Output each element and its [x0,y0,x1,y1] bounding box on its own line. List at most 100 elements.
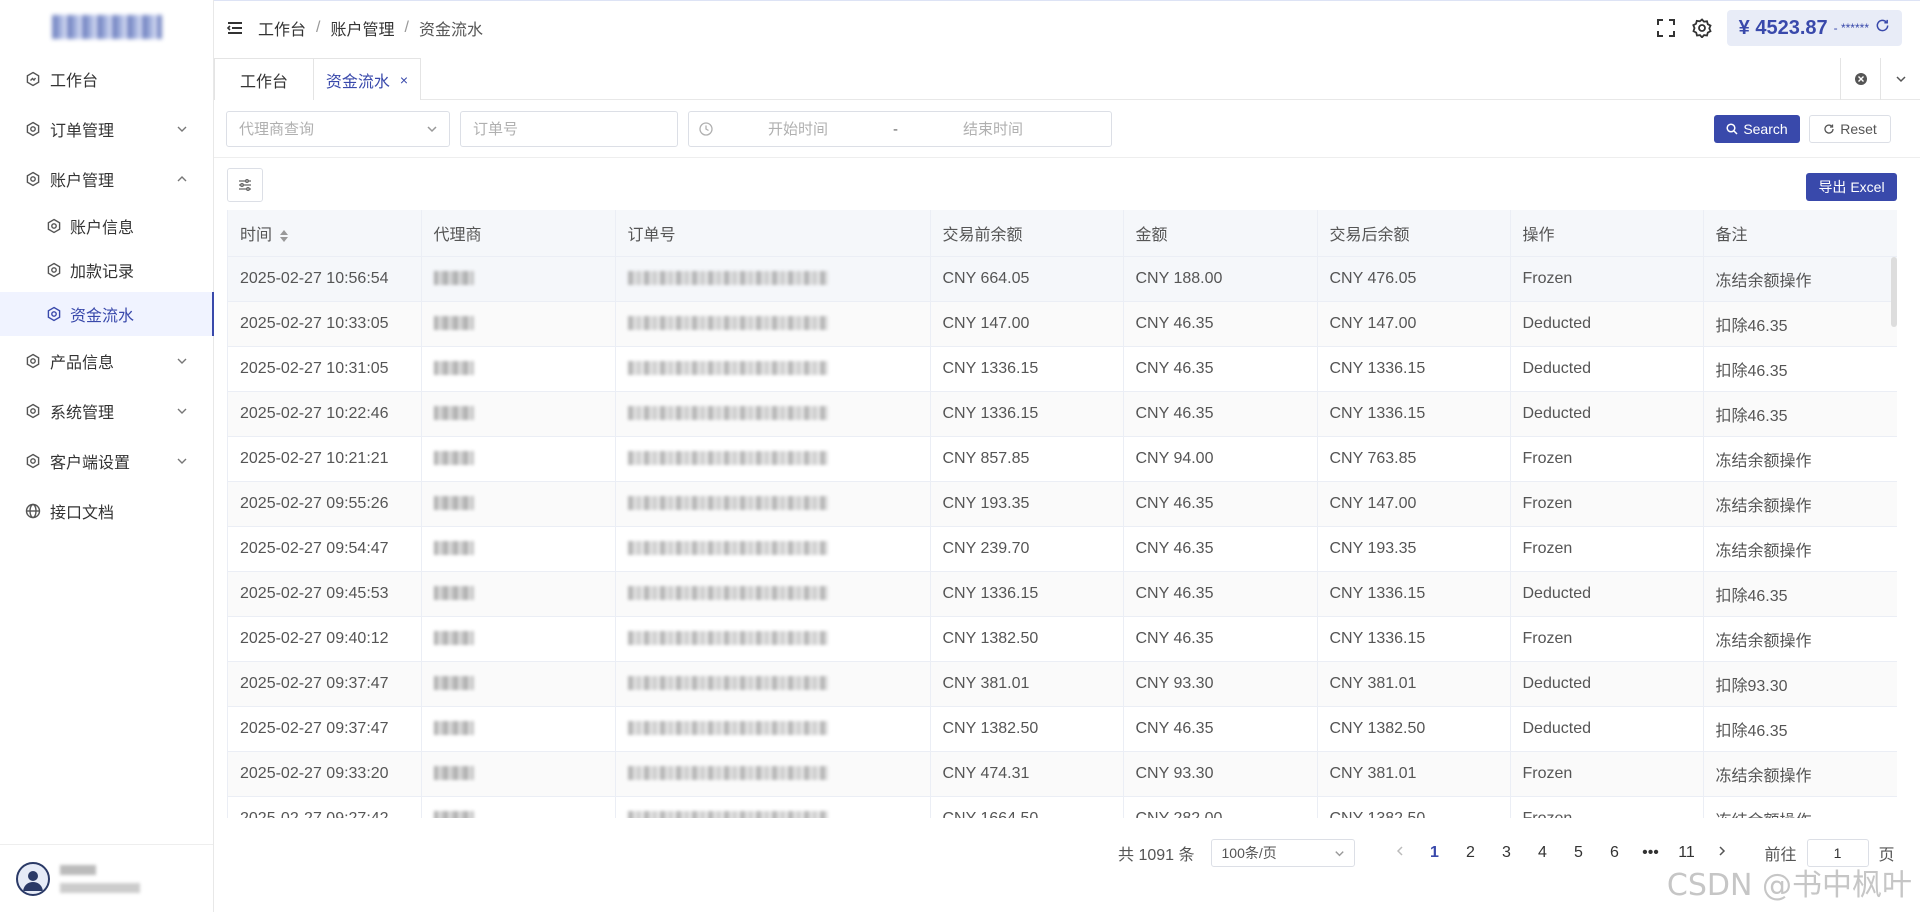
table-row[interactable]: 2025-02-27 09:54:47 CNY 239.70 CNY 46.35 CN… [228,526,1897,572]
cell-order-blurred [615,661,931,707]
breadcrumb-separator: / [404,18,409,36]
table-row[interactable]: 2025-02-27 09:40:12 CNY 1382.50 CNY 46.35 C… [228,616,1897,662]
page-ellipsis[interactable]: ••• [1633,844,1669,862]
settings-gear-icon[interactable] [1691,17,1713,39]
cell-before-balance: CNY 1382.50 [930,706,1124,752]
close-all-tabs-icon[interactable] [1840,58,1880,100]
search-button-label: Search [1743,121,1788,137]
cell-amount: CNY 46.35 [1123,301,1318,347]
chevron-down-icon [1333,847,1346,860]
breadcrumb-item-workbench[interactable]: 工作台 [258,16,306,40]
table-row[interactable]: 2025-02-27 10:56:54 CNY 664.05 CNY 188.00 C… [228,256,1897,302]
search-button[interactable]: Search [1714,115,1800,143]
sidebar: 工作台 订单管理 账户管理 账户信息 加款记录 资金流水 产品信息 系统管理 客户端设置 接口文档 [0,0,214,912]
end-time-input[interactable] [928,120,1058,138]
tab-close-icon[interactable]: × [400,72,408,88]
cell-note: 冻结余额操作 [1703,616,1897,662]
date-range-separator: - [893,120,898,138]
column-header-operation: 操作 [1510,210,1704,257]
page-number[interactable]: 4 [1525,844,1561,862]
reset-icon [1823,123,1835,135]
watermark: CSDN @书中枫叶 [1666,868,1912,903]
cell-order-blurred [615,481,931,527]
agent-select-input[interactable] [239,120,449,138]
export-excel-button[interactable]: 导出 Excel [1806,173,1897,201]
page-number[interactable]: 6 [1597,844,1633,862]
sort-icon[interactable] [280,229,289,242]
prev-page-chevron-left-icon[interactable] [1389,844,1411,862]
sidebar-subitem-2-1[interactable]: 加款记录 [0,248,213,292]
agent-select[interactable] [226,111,450,147]
page-number[interactable]: 5 [1561,844,1597,862]
sidebar-item-6[interactable]: 接口文档 [0,486,213,536]
cell-agent-blurred [421,706,616,752]
cell-operation: Frozen [1510,751,1704,797]
chevron-down-icon [175,122,189,136]
table-row[interactable]: 2025-02-27 09:33:20 CNY 474.31 CNY 93.30 CN… [228,751,1897,797]
sidebar-item-4[interactable]: 系统管理 [0,386,213,436]
cell-before-balance: CNY 1336.15 [930,346,1124,392]
gear-icon [24,170,42,188]
balance-amount: ¥ 4523.87 [1738,16,1828,39]
refresh-icon[interactable] [1875,18,1890,38]
cell-after-balance: CNY 1336.15 [1317,391,1511,437]
date-range-picker[interactable]: - [688,111,1112,147]
sidebar-item-3[interactable]: 产品信息 [0,336,213,386]
balance-badge[interactable]: ¥ 4523.87 - ****** [1726,10,1902,46]
sidebar-item-1[interactable]: 订单管理 [0,104,213,154]
page-number[interactable]: 3 [1489,844,1525,862]
reset-button[interactable]: Reset [1809,115,1891,143]
app-logo[interactable] [0,0,213,54]
avatar[interactable] [16,861,50,896]
table-row[interactable]: 2025-02-27 10:22:46 CNY 1336.15 CNY 46.35 C… [228,391,1897,437]
cell-before-balance: CNY 147.00 [930,301,1124,347]
cell-note: 扣除93.30 [1703,661,1897,707]
cell-amount: CNY 93.30 [1123,661,1318,707]
column-header-label: 时间 [240,226,273,244]
gear-icon [24,352,42,370]
tabs-more-chevron-down-icon[interactable] [1880,58,1920,100]
table-row[interactable]: 2025-02-27 09:45:53 CNY 1336.15 CNY 46.35 C… [228,571,1897,617]
sidebar-item-5[interactable]: 客户端设置 [0,436,213,486]
sidebar-subitem-2-2[interactable]: 资金流水 [0,292,214,336]
user-profile[interactable] [0,844,213,912]
table-row[interactable]: 2025-02-27 09:55:26 CNY 193.35 CNY 46.35 CN… [228,481,1897,527]
table-row[interactable]: 2025-02-27 09:37:47 CNY 381.01 CNY 93.30 CN… [228,661,1897,707]
column-header-order: 订单号 [615,210,931,257]
page-size-select[interactable]: 100条/页 [1210,839,1355,867]
column-header-time[interactable]: 时间 [228,210,422,257]
table-scrollbar[interactable] [1891,257,1897,327]
table-row[interactable]: 2025-02-27 09:37:47 CNY 1382.50 CNY 46.35 C… [228,706,1897,752]
menu-fold-icon[interactable] [226,19,244,37]
tab-fund-flow[interactable]: 资金流水 × [313,58,421,100]
cell-note: 冻结余额操作 [1703,796,1897,818]
sidebar-item-2[interactable]: 账户管理 [0,154,213,204]
fullscreen-icon[interactable] [1655,17,1677,39]
sidebar-subitem-2-0[interactable]: 账户信息 [0,204,213,248]
cell-after-balance: CNY 147.00 [1317,481,1511,527]
cell-operation: Frozen [1510,256,1704,302]
table-header-row: 时间 代理商 订单号 交易前余额 金额 交易后余额 操作 备注 [228,210,1897,257]
order-number-input[interactable] [473,120,677,138]
page-number[interactable]: 2 [1453,844,1489,862]
sidebar-item-0[interactable]: 工作台 [0,54,213,104]
table-row[interactable]: 2025-02-27 09:27:42 CNY 1664.50 CNY 282.00… [228,796,1897,818]
column-settings-button[interactable] [227,168,263,202]
gear-icon [24,402,42,420]
cell-operation: Frozen [1510,796,1704,818]
cell-order-blurred [615,751,931,797]
tab-workbench[interactable]: 工作台 [214,58,314,100]
cell-agent-blurred [421,346,616,392]
table-row[interactable]: 2025-02-27 10:21:21 CNY 857.85 CNY 94.00 CN… [228,436,1897,482]
breadcrumb-item-account[interactable]: 账户管理 [330,16,394,40]
table-row[interactable]: 2025-02-27 10:33:05 CNY 147.00 CNY 46.35 CN… [228,301,1897,347]
start-time-input[interactable] [733,120,863,138]
cell-after-balance: CNY 381.01 [1317,751,1511,797]
tab-label: 资金流水 [325,73,390,91]
page-number[interactable]: 1 [1417,844,1453,862]
cell-before-balance: CNY 857.85 [930,436,1124,482]
cell-amount: CNY 46.35 [1123,571,1318,617]
tab-label: 工作台 [239,73,288,91]
table-row[interactable]: 2025-02-27 10:31:05 CNY 1336.15 CNY 46.35 C… [228,346,1897,392]
order-number-field[interactable] [460,111,678,147]
